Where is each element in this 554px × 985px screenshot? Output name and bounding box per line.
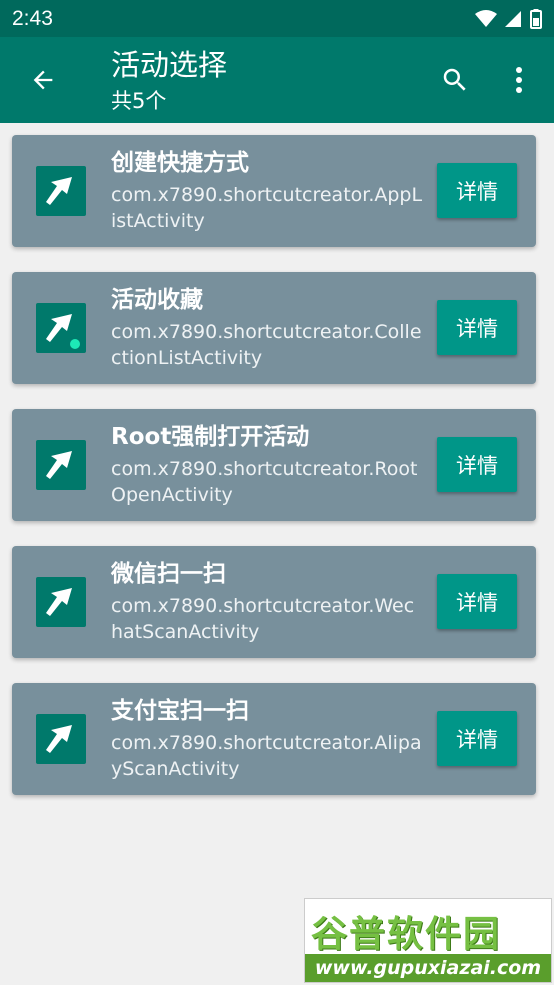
watermark-url: www.gupuxiazai.com: [305, 954, 551, 982]
activity-class: com.x7890.shortcutcreator.CollectionList…: [111, 321, 422, 369]
battery-icon: [530, 8, 542, 29]
activity-name: 创建快捷方式: [111, 150, 249, 176]
list-item[interactable]: 微信扫一扫 com.x7890.shortcutcreator.WechatSc…: [12, 546, 536, 658]
activity-list: 创建快捷方式 com.x7890.shortcutcreator.AppList…: [12, 135, 536, 820]
more-vert-icon: [516, 67, 522, 93]
shortcut-icon: [36, 440, 86, 490]
activity-class: com.x7890.shortcutcreator.AlipayScanActi…: [111, 732, 422, 780]
back-button[interactable]: [22, 59, 64, 101]
details-button[interactable]: 详情: [437, 163, 517, 218]
page-title: 活动选择: [111, 48, 228, 82]
details-button[interactable]: 详情: [437, 437, 517, 492]
app-bar: 活动选择 共5个: [0, 37, 554, 123]
details-button[interactable]: 详情: [437, 574, 517, 629]
search-icon: [443, 68, 466, 91]
activity-class: com.x7890.shortcutcreator.WechatScanActi…: [111, 595, 415, 643]
activity-class: com.x7890.shortcutcreator.RootOpenActivi…: [111, 458, 418, 506]
list-item[interactable]: 活动收藏 com.x7890.shortcutcreator.Collectio…: [12, 272, 536, 384]
status-bar: 2:43: [0, 0, 554, 37]
watermark-logo: 谷普软件园: [311, 914, 502, 955]
activity-name: Root强制打开活动: [111, 424, 310, 450]
activity-class: com.x7890.shortcutcreator.AppListActivit…: [111, 184, 423, 232]
signal-icon: [505, 10, 521, 27]
shortcut-icon: [36, 714, 86, 764]
list-item[interactable]: Root强制打开活动 com.x7890.shortcutcreator.Roo…: [12, 409, 536, 521]
shortcut-icon: [36, 577, 86, 627]
list-item[interactable]: 支付宝扫一扫 com.x7890.shortcutcreator.AlipayS…: [12, 683, 536, 795]
more-options-button[interactable]: [500, 59, 538, 101]
search-button[interactable]: [434, 59, 476, 101]
details-button[interactable]: 详情: [437, 711, 517, 766]
activity-name: 支付宝扫一扫: [111, 698, 249, 724]
shortcut-icon: [36, 303, 86, 353]
details-button[interactable]: 详情: [437, 300, 517, 355]
shortcut-icon: [36, 166, 86, 216]
watermark: 谷普软件园 www.gupuxiazai.com: [304, 898, 552, 983]
activity-name: 活动收藏: [111, 287, 203, 313]
wifi-icon: [475, 9, 497, 27]
status-icons: [475, 8, 542, 29]
activity-name: 微信扫一扫: [111, 561, 226, 587]
page-subtitle: 共5个: [111, 89, 167, 113]
list-item[interactable]: 创建快捷方式 com.x7890.shortcutcreator.AppList…: [12, 135, 536, 247]
status-time: 2:43: [12, 6, 53, 30]
collection-dot-icon: [70, 339, 80, 349]
arrow-back-icon: [33, 70, 53, 90]
